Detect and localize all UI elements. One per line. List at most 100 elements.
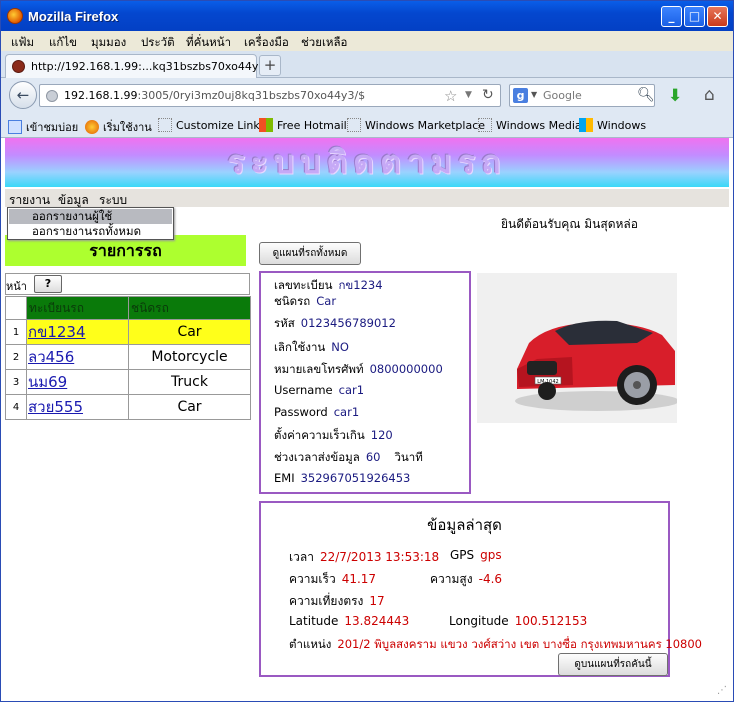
history-dropdown-icon[interactable]: ▼ [465, 90, 472, 100]
latest-accuracy: ความเที่ยงตรง 17 [289, 592, 385, 611]
tab-title: http://192.168.1.99:...kq31bszbs70xo44y3… [31, 60, 277, 73]
home-icon[interactable]: ⌂ [704, 85, 715, 105]
page-icon [478, 118, 492, 132]
row-number: 4 [5, 394, 27, 420]
detail-emi: EMI 352967051926453 [274, 471, 410, 485]
detail-label: เลขทะเบียน [274, 278, 333, 292]
tab-current[interactable]: http://192.168.1.99:...kq31bszbs70xo44y3… [5, 54, 276, 78]
latest-value: 41.17 [341, 572, 377, 586]
back-button[interactable]: ← [9, 81, 37, 109]
bookmark-customize-links[interactable]: Customize Links [158, 118, 266, 132]
minimize-button[interactable]: _ [661, 6, 682, 27]
detail-speed-limit: ตั้งค่าความเร็วเกิน 120 [274, 427, 393, 445]
menu-item-vehicle-report[interactable]: ออกรายงานรถทั้งหมด [9, 224, 172, 239]
search-icon[interactable]: 🔍︎ [637, 87, 655, 103]
bookmark-label: Windows [597, 119, 647, 132]
reload-icon[interactable]: ↻ [482, 87, 494, 103]
table-row[interactable]: 3 นม69 Truck [5, 369, 251, 395]
most-visited-icon [8, 120, 22, 134]
table-row[interactable]: 1 กข1234 Car [5, 319, 251, 345]
bookmark-label: Windows Media [496, 119, 582, 132]
detail-label: รหัส [274, 316, 295, 330]
bookmark-star-icon[interactable]: ☆ [444, 87, 457, 105]
menu-view[interactable]: มุมมอง [91, 34, 126, 52]
search-engine-icon[interactable]: g [513, 88, 528, 103]
detail-label: EMI [274, 471, 295, 485]
row-number: 2 [5, 344, 27, 370]
show-all-map-button[interactable]: ดูแผนที่รถทั้งหมด [259, 242, 361, 265]
bookmark-label: Customize Links [176, 119, 266, 132]
windows-flag-icon [579, 118, 593, 132]
view-car-on-map-button[interactable]: ดูบนแผนที่รถคันนี้ [558, 653, 668, 676]
row-plate-cell: กข1234 [26, 319, 129, 345]
latest-gps: GPS gps [450, 548, 502, 562]
url-text[interactable]: 192.168.1.99:3005/0ryi3mz0uj8kq31bszbs70… [64, 89, 365, 102]
menu-bookmarks[interactable]: ที่คั่นหน้า [186, 34, 231, 52]
download-icon[interactable]: ⬇ [668, 86, 682, 106]
row-number: 3 [5, 369, 27, 395]
latest-latitude: Latitude 13.824443 [289, 614, 409, 628]
detail-disabled: เลิกใช้งาน NO [274, 339, 349, 357]
detail-username: Username car1 [274, 383, 364, 397]
menu-history[interactable]: ประวัติ [141, 34, 175, 52]
menu-file[interactable]: แฟ้ม [11, 34, 34, 52]
close-button[interactable]: ✕ [707, 6, 728, 27]
row-number: 1 [5, 319, 27, 345]
browser-window: Mozilla Firefox _ □ ✕ แฟ้ม แก้ไข มุมมอง … [0, 0, 734, 702]
plate-link[interactable]: นม69 [28, 373, 67, 391]
bookmark-getting-started[interactable]: เริ่มใช้งาน [85, 118, 152, 136]
help-button[interactable]: ? [34, 275, 62, 293]
latest-value: 100.512153 [514, 614, 588, 628]
menu-tools[interactable]: เครื่องมือ [244, 34, 289, 52]
bookmarks-toolbar: เข้าชมบ่อย เริ่มใช้งาน Customize Links F… [1, 113, 733, 138]
site-favicon-icon [12, 60, 25, 73]
row-plate-cell: นม69 [26, 369, 129, 395]
detail-phone: หมายเลขโทรศัพท์ 0800000000 [274, 361, 443, 379]
bookmark-windows-media[interactable]: Windows Media [478, 118, 582, 132]
detail-value: car1 [338, 383, 365, 397]
window-title: Mozilla Firefox [28, 9, 119, 24]
latest-label: ความเที่ยงตรง [289, 594, 364, 608]
url-path: :3005/0ryi3mz0uj8kq31bszbs70xo44y3/$ [137, 89, 366, 102]
new-tab-button[interactable]: + [259, 55, 281, 76]
plate-link[interactable]: กข1234 [28, 323, 86, 341]
search-bar[interactable]: g ▼ Google 🔍︎ [509, 84, 655, 107]
table-row[interactable]: 4 สวย555 Car [5, 394, 251, 420]
bookmark-label: เข้าชมบ่อย [26, 121, 79, 134]
menu-edit[interactable]: แก้ไข [49, 34, 77, 52]
menu-help[interactable]: ช่วยเหลือ [301, 34, 347, 52]
latest-time: เวลา 22/7/2013 13:53:18 [289, 548, 439, 567]
detail-value: car1 [333, 405, 360, 419]
bookmark-free-hotmail[interactable]: Free Hotmail [259, 118, 347, 132]
table-header-row: ทะเบียนรถ ชนิดรถ [5, 296, 251, 320]
detail-label: ตั้งค่าความเร็วเกิน [274, 428, 365, 442]
vehicle-table: ทะเบียนรถ ชนิดรถ 1 กข1234 Car 2 ลว456 Mo… [5, 296, 251, 420]
page-icon [158, 118, 172, 132]
table-header-num [5, 296, 27, 320]
bookmark-label: เริ่มใช้งาน [103, 121, 152, 134]
page-icon [347, 118, 361, 132]
search-input[interactable]: Google [543, 89, 582, 102]
maximize-button[interactable]: □ [684, 6, 705, 27]
detail-interval: ช่วงเวลาส่งข้อมูล 60 วินาที [274, 449, 423, 467]
bookmark-most-visited[interactable]: เข้าชมบ่อย [8, 118, 78, 136]
latest-title: ข้อมูลล่าสุด [427, 516, 502, 534]
table-row[interactable]: 2 ลว456 Motorcycle [5, 344, 251, 370]
bookmark-windows-marketplace[interactable]: Windows Marketplace [347, 118, 485, 132]
bookmark-windows[interactable]: Windows [579, 118, 646, 132]
detail-value: Car [316, 294, 337, 308]
detail-label: ช่วงเวลาส่งข้อมูล [274, 450, 360, 464]
plate-link[interactable]: สวย555 [28, 398, 83, 416]
row-type: Car [128, 319, 251, 345]
back-arrow-icon: ← [16, 86, 30, 104]
search-engine-dropdown-icon[interactable]: ▼ [531, 90, 537, 99]
detail-unit: วินาที [394, 450, 423, 464]
url-bar[interactable]: 192.168.1.99:3005/0ryi3mz0uj8kq31bszbs70… [39, 84, 501, 107]
menu-item-user-report[interactable]: ออกรายงานผู้ใช้ [9, 209, 172, 224]
detail-value: 120 [370, 428, 393, 442]
navigation-bar: ← 192.168.1.99:3005/0ryi3mz0uj8kq31bszbs… [1, 78, 733, 113]
page-content: ระบบติดตามรถ รายงาน ข้อมูล ระบบ ยินดีต้อ… [2, 138, 733, 700]
bookmark-label: Free Hotmail [277, 119, 347, 132]
resize-grip-icon[interactable]: ⋰ [717, 685, 727, 696]
plate-link[interactable]: ลว456 [28, 348, 74, 366]
